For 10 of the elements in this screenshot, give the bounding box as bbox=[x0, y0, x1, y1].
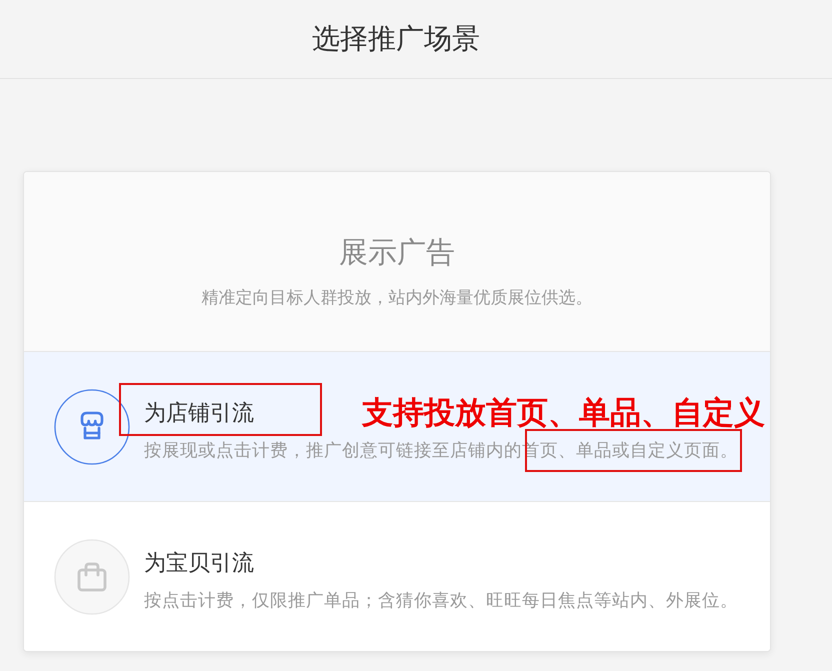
ad-type-heading: 展示广告 bbox=[339, 238, 455, 270]
store-icon bbox=[54, 388, 130, 464]
scene-title: 为宝贝引流 bbox=[144, 550, 254, 576]
scene-description: 按点击计费，仅限推广单品；含猜你喜欢、旺旺每日焦点等站内、外展位。 bbox=[144, 590, 738, 612]
annotation-note: 支持投放首页、单品、自定义 bbox=[362, 396, 765, 430]
scene-title: 为店铺引流 bbox=[144, 400, 254, 426]
page-title: 选择推广场景 bbox=[311, 22, 481, 56]
ad-type-subtitle: 精准定向目标人群投放，站内外海量优质展位供选。 bbox=[202, 288, 592, 309]
bag-icon bbox=[54, 538, 130, 614]
scene-option[interactable]: 为宝贝引流 按点击计费，仅限推广单品；含猜你喜欢、旺旺每日焦点等站内、外展位。 bbox=[24, 501, 770, 651]
